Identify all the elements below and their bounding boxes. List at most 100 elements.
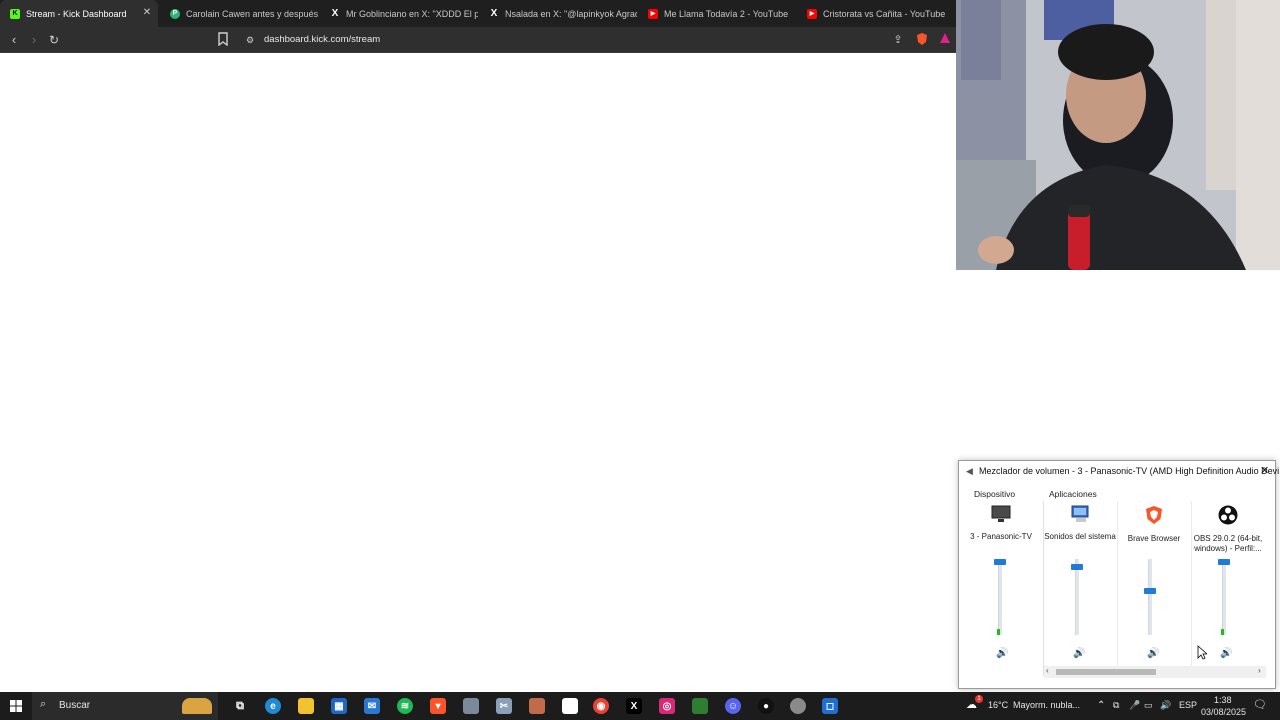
chrome-icon[interactable]: ◉	[593, 698, 609, 714]
peak-level-meter	[1221, 629, 1224, 635]
app-icon[interactable]	[790, 698, 806, 714]
volume-slider-thumb[interactable]	[1071, 564, 1083, 570]
weather-badge: 1	[975, 695, 983, 703]
obs-channel: OBS 29.0.2 (64-bit, windows) - Perfil:..…	[1191, 505, 1265, 554]
language-indicator[interactable]: ESP	[1179, 700, 1197, 710]
youtube-icon: ▶	[807, 8, 817, 19]
weather-temperature[interactable]: 16°C	[988, 700, 1008, 710]
snipping-tool-icon[interactable]: ✂	[496, 698, 512, 714]
share-icon[interactable]: ⇪	[890, 32, 906, 48]
peak-level-meter	[997, 629, 1000, 635]
apps-section-label: Aplicaciones	[1049, 489, 1097, 499]
task-view-icon[interactable]: ⧉	[232, 698, 248, 714]
mouse-cursor-icon	[1197, 645, 1207, 660]
document-icon[interactable]	[562, 698, 578, 714]
kick-icon: K	[10, 8, 20, 19]
tray-app-icon[interactable]: ⧉	[1113, 700, 1119, 711]
app-icon[interactable]	[529, 698, 545, 714]
tab-title: Stream - Kick Dashboard	[26, 8, 127, 19]
brave-channel: Brave Browser	[1117, 505, 1191, 544]
mute-button-obs[interactable]: 🔊	[1220, 648, 1232, 660]
scroll-right-icon[interactable]: ›	[1258, 666, 1261, 675]
channel-label: Sonidos del sistema	[1044, 532, 1116, 541]
obs-icon	[1218, 505, 1238, 525]
site-favicon-icon: P	[170, 8, 180, 19]
network-icon[interactable]: ▭	[1144, 700, 1153, 711]
monitor-icon	[991, 505, 1011, 522]
store-icon[interactable]: ▦	[331, 698, 347, 714]
brave-rewards-icon[interactable]	[937, 32, 953, 48]
volume-slider-track[interactable]	[1148, 559, 1152, 635]
browser-toolbar: ‹ › ↻ ⚙ dashboard.kick.com/stream ⇪	[0, 27, 956, 53]
close-icon[interactable]: ✕	[142, 8, 152, 18]
volume-mixer-window: ◀ Mezclador de volumen - 3 - Panasonic-T…	[958, 460, 1280, 689]
x-app-icon[interactable]: X	[626, 698, 642, 714]
volume-icon[interactable]: 🔊	[1160, 700, 1171, 711]
tab-title: Carolain Cawen antes y después: cc	[186, 8, 318, 19]
clock-date[interactable]: 03/08/2025	[1201, 707, 1246, 717]
brave-taskbar-icon[interactable]: ▾	[430, 698, 446, 714]
app-icon[interactable]: ◻	[822, 698, 838, 714]
volume-slider-track[interactable]	[1222, 559, 1226, 635]
discord-icon[interactable]: ☺	[725, 698, 741, 714]
tab-title: Cristorata vs Cañita - YouTube	[823, 8, 946, 19]
tab-kick-dashboard[interactable]: K Stream - Kick Dashboard ✕	[0, 0, 158, 27]
site-settings-icon[interactable]: ⚙	[242, 32, 258, 48]
channel-label: OBS 29.0.2 (64-bit, windows) - Perfil:..…	[1193, 534, 1263, 553]
weather-description[interactable]: Mayorm. nubla...	[1013, 700, 1080, 710]
mail-icon[interactable]: ✉	[364, 698, 380, 714]
reload-icon[interactable]: ↻	[46, 32, 62, 48]
scrollbar-thumb[interactable]	[1056, 669, 1156, 675]
system-sounds-icon	[1071, 505, 1089, 522]
brave-shields-icon[interactable]	[914, 32, 930, 48]
chevron-up-icon[interactable]: ⌃	[1097, 700, 1105, 711]
scroll-left-icon[interactable]: ‹	[1046, 666, 1049, 675]
app-icon[interactable]	[463, 698, 479, 714]
volume-slider-track[interactable]	[1075, 559, 1079, 635]
edge-icon[interactable]: e	[265, 698, 281, 714]
tab-title: Mr Goblinciano en X: "XDDD El pe	[346, 8, 478, 19]
channel-label: Brave Browser	[1127, 534, 1181, 543]
mute-button-brave[interactable]: 🔊	[1147, 648, 1159, 660]
search-icon: ⌕	[40, 698, 47, 710]
spotify-icon[interactable]: ≋	[397, 698, 413, 714]
device-channel: 3 - Panasonic-TV	[964, 505, 1038, 542]
notifications-icon[interactable]: 🗨	[1253, 698, 1267, 711]
tab-title: Me Llama Todavía 2 - YouTube	[664, 8, 789, 19]
horizontal-scrollbar[interactable]: ‹ ›	[1044, 666, 1266, 678]
windows-start-icon[interactable]	[10, 700, 22, 712]
file-explorer-icon[interactable]	[298, 698, 314, 714]
tab-x-nsalada[interactable]: X Nsalada en X: "@lapinkyok Agrade	[479, 0, 637, 27]
volume-slider-thumb[interactable]	[994, 559, 1006, 565]
mixer-title-text: Mezclador de volumen - 3 - Panasonic-TV …	[979, 466, 1280, 476]
volume-slider-track[interactable]	[998, 559, 1002, 635]
system-sounds-channel: Sonidos del sistema	[1043, 505, 1117, 542]
search-placeholder: Buscar	[59, 700, 91, 711]
speaker-icon: ◀	[966, 466, 973, 476]
search-highlight-image	[182, 698, 212, 714]
back-icon[interactable]: ‹	[6, 32, 22, 48]
forward-icon[interactable]: ›	[26, 32, 42, 48]
tab-x-goblinciano[interactable]: X Mr Goblinciano en X: "XDDD El pe	[320, 0, 478, 27]
nvidia-icon[interactable]	[692, 698, 708, 714]
microphone-icon[interactable]: 🎤	[1129, 700, 1140, 711]
tab-carolain[interactable]: P Carolain Cawen antes y después: cc	[160, 0, 318, 27]
page-content	[0, 54, 956, 692]
obs-taskbar-icon[interactable]: ●	[758, 698, 774, 714]
clock-time[interactable]: 1:38	[1214, 695, 1232, 705]
volume-slider-thumb[interactable]	[1144, 588, 1156, 594]
channel-label: 3 - Panasonic-TV	[970, 532, 1032, 541]
tab-title: Nsalada en X: "@lapinkyok Agrade	[505, 8, 637, 19]
close-icon[interactable]: ✕	[1260, 464, 1269, 477]
volume-slider-thumb[interactable]	[1218, 559, 1230, 565]
browser-tab-bar: K Stream - Kick Dashboard ✕ P Carolain C…	[0, 0, 956, 27]
webcam-overlay	[956, 0, 1280, 270]
instagram-icon[interactable]: ◎	[659, 698, 675, 714]
tab-youtube-me-llama[interactable]: ▶ Me Llama Todavía 2 - YouTube	[638, 0, 796, 27]
youtube-icon: ▶	[648, 8, 658, 19]
mute-button-system[interactable]: 🔊	[1073, 648, 1085, 660]
bookmark-icon[interactable]	[215, 32, 231, 48]
mute-button-device[interactable]: 🔊	[996, 648, 1008, 660]
address-bar[interactable]: dashboard.kick.com/stream	[264, 34, 380, 45]
tab-youtube-cristorata[interactable]: ▶ Cristorata vs Cañita - YouTube	[797, 0, 955, 27]
